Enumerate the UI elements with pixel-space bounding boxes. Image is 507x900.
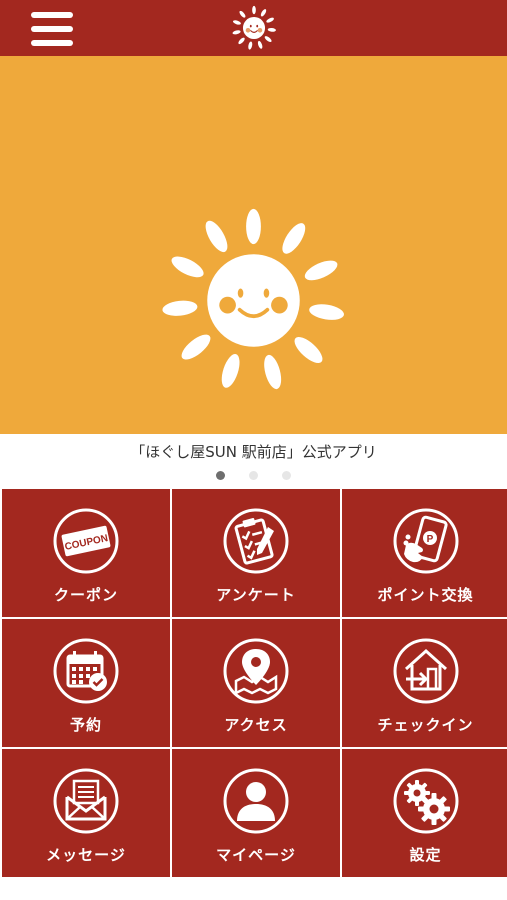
check-in-door-icon	[393, 638, 458, 704]
reservation-tile[interactable]: 予約	[2, 619, 170, 747]
access-label: アクセス	[224, 716, 288, 734]
map-pin-icon	[223, 638, 289, 704]
app-header	[0, 0, 507, 56]
sun-face-icon	[232, 5, 276, 50]
survey-clipboard-icon	[223, 508, 289, 574]
coupon-icon: COUPON	[53, 508, 119, 574]
menu-bar	[31, 40, 73, 46]
hamburger-menu-icon[interactable]	[31, 12, 73, 46]
check-in-label: チェックイン	[377, 716, 474, 734]
my-page-label: マイページ	[216, 846, 296, 864]
hero-banner[interactable]	[0, 56, 507, 434]
sun-face-icon	[162, 208, 344, 390]
carousel-dot[interactable]	[216, 471, 225, 480]
settings-tile[interactable]: 設定	[342, 749, 507, 877]
access-tile[interactable]: アクセス	[172, 619, 340, 747]
point-exchange-label: ポイント交換	[377, 586, 474, 604]
settings-label: 設定	[409, 846, 442, 864]
survey-tile[interactable]: アンケート	[172, 489, 340, 617]
check-in-tile[interactable]: チェックイン	[342, 619, 507, 747]
menu-grid: COUPON クーポン アンケート P ポイント交換 予約 アクセス チェックイ…	[2, 489, 507, 877]
point-exchange-phone-icon: P	[393, 508, 458, 574]
message-envelope-icon	[53, 768, 119, 834]
point-exchange-tile[interactable]: P ポイント交換	[342, 489, 507, 617]
settings-gears-icon	[393, 768, 458, 834]
carousel-dot[interactable]	[282, 471, 291, 480]
svg-text:P: P	[426, 534, 433, 545]
app-caption: 「ほぐし屋SUN 駅前店」公式アプリ	[130, 443, 377, 461]
coupon-label: クーポン	[53, 586, 118, 604]
calendar-reservation-icon	[53, 638, 119, 704]
message-label: メッセージ	[46, 846, 126, 864]
user-profile-icon	[223, 768, 289, 834]
carousel-dots	[0, 471, 507, 481]
survey-label: アンケート	[216, 586, 296, 604]
menu-bar	[31, 12, 73, 18]
coupon-tile[interactable]: COUPON クーポン	[2, 489, 170, 617]
menu-bar	[31, 26, 73, 32]
reservation-label: 予約	[69, 716, 102, 734]
message-tile[interactable]: メッセージ	[2, 749, 170, 877]
carousel-dot[interactable]	[249, 471, 258, 480]
my-page-tile[interactable]: マイページ	[172, 749, 340, 877]
